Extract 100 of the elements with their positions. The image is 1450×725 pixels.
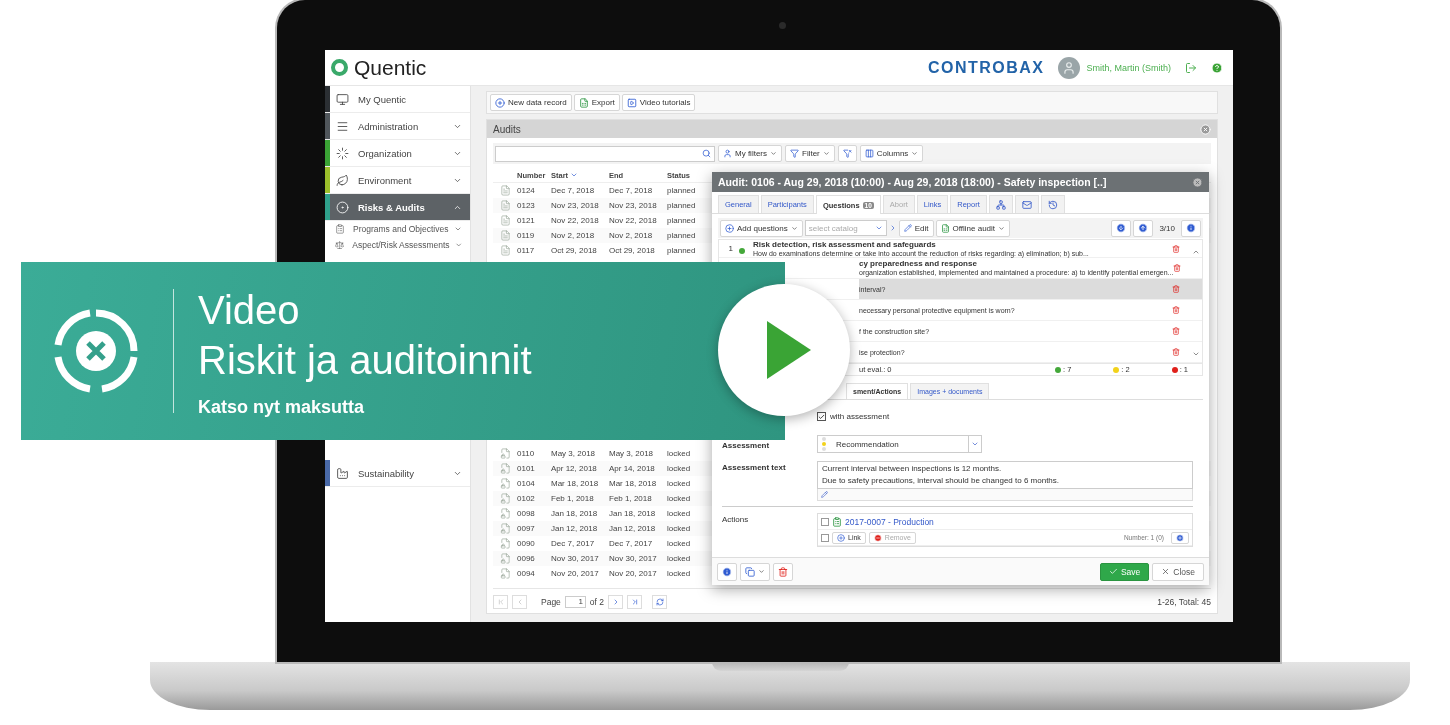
table-cell-text: May 3, 2018 bbox=[551, 449, 597, 458]
mail-tab[interactable] bbox=[1014, 195, 1039, 213]
sidebar-item[interactable]: Organization bbox=[325, 140, 470, 167]
clear-filter-button[interactable] bbox=[837, 145, 857, 162]
sidebar-item[interactable]: Risks & Audits bbox=[325, 194, 470, 221]
toolbar-icon bbox=[626, 97, 637, 108]
question-title: Risk detection, risk assessment and safeguards bbox=[753, 239, 937, 249]
table-cell-text: Oct 29, 2018 bbox=[609, 246, 656, 255]
help-icon[interactable] bbox=[1211, 61, 1223, 74]
caret-icon bbox=[971, 440, 979, 448]
scroll-down-icon bbox=[1192, 350, 1200, 358]
traffic-light-icon bbox=[822, 437, 826, 451]
table-cell-text: planned bbox=[667, 231, 697, 240]
copy-icon bbox=[745, 566, 755, 577]
table-cell-text: Feb 1, 2018 bbox=[551, 494, 595, 503]
info-button[interactable] bbox=[1181, 219, 1201, 237]
page-field[interactable]: 1 bbox=[564, 596, 586, 608]
toolbar-icon bbox=[495, 97, 505, 108]
search-icon bbox=[702, 149, 711, 158]
last-icon bbox=[630, 598, 639, 606]
delete-icon[interactable] bbox=[1172, 244, 1180, 253]
field-label: Assessment bbox=[722, 441, 771, 450]
table-cell-text: Mar 18, 2018 bbox=[551, 479, 600, 488]
close-icon bbox=[1161, 567, 1171, 576]
table-cell-text: Dec 7, 2017 bbox=[609, 539, 654, 548]
move-up-button[interactable] bbox=[1133, 219, 1154, 237]
copy-button[interactable] bbox=[740, 562, 770, 581]
check-icon bbox=[1108, 567, 1118, 576]
sidebar-subitem[interactable]: Programs and Objectives bbox=[325, 221, 470, 237]
toolbar-button[interactable]: New data record bbox=[490, 94, 572, 111]
module-icon bbox=[336, 173, 349, 187]
plus-icon bbox=[1176, 533, 1184, 542]
assessment-text-field[interactable]: Current interval between inspections is 12 months. Due to safety precautions, interval should be changed to 6 months. bbox=[817, 461, 1193, 489]
scrollbar[interactable] bbox=[1192, 248, 1200, 358]
banner-subtitle: Katso nyt maksutta bbox=[198, 396, 366, 418]
record-range: 1-26, Total: 45 bbox=[1157, 597, 1211, 607]
table-cell-text: 0121 bbox=[517, 216, 536, 225]
filter-button[interactable]: My filters bbox=[718, 145, 782, 162]
search-field[interactable] bbox=[495, 145, 715, 162]
sidebar-item[interactable]: My Quentic bbox=[325, 86, 470, 113]
field-label: Assessment text bbox=[722, 463, 787, 472]
table-cell-text: Nov 2, 2018 bbox=[609, 231, 654, 240]
refresh-button[interactable] bbox=[652, 595, 668, 609]
toolbar-button[interactable]: Export bbox=[573, 94, 620, 111]
info-button[interactable] bbox=[717, 562, 737, 581]
offline-audit-button[interactable]: Offline audit bbox=[935, 219, 1011, 237]
delete-icon[interactable] bbox=[1172, 348, 1180, 356]
logout-icon[interactable] bbox=[1185, 61, 1197, 74]
history-tab[interactable] bbox=[1040, 195, 1065, 213]
delete-icon[interactable] bbox=[1172, 285, 1180, 293]
table-cell-text: Nov 20, 2017 bbox=[551, 569, 600, 578]
history-icon bbox=[1047, 199, 1058, 210]
sidebar-item[interactable]: Environment bbox=[325, 167, 470, 194]
hierarchy-icon bbox=[995, 199, 1006, 210]
action-link[interactable]: 2017-0007 - Production bbox=[845, 516, 934, 527]
move-down-button[interactable] bbox=[1111, 219, 1132, 237]
caret-icon bbox=[998, 224, 1006, 232]
close-icon[interactable] bbox=[1192, 176, 1203, 188]
toolbar-button[interactable]: Video tutorials bbox=[621, 94, 696, 111]
filter-button[interactable]: Filter bbox=[785, 145, 835, 162]
table-cell-text: planned bbox=[667, 216, 697, 225]
checkbox[interactable] bbox=[817, 412, 826, 421]
assessment-select[interactable]: Recommendation bbox=[817, 435, 982, 453]
sidebar-item[interactable]: Administration bbox=[325, 113, 470, 140]
add-button[interactable] bbox=[1171, 531, 1189, 544]
subitem-icon bbox=[335, 240, 345, 250]
table-cell-text: locked bbox=[667, 449, 692, 458]
table-cell-text: Jan 12, 2018 bbox=[609, 524, 657, 533]
add-questions-button[interactable]: Add questions bbox=[720, 219, 803, 237]
table-cell-text: planned bbox=[667, 201, 697, 210]
caret-icon bbox=[822, 150, 830, 157]
banner-title: Video bbox=[198, 286, 301, 334]
table-cell-text: Apr 12, 2018 bbox=[551, 464, 598, 473]
last-page-button[interactable] bbox=[627, 595, 643, 609]
filter-button[interactable]: Columns bbox=[859, 145, 924, 162]
edit-button[interactable]: Edit bbox=[898, 219, 934, 237]
delete-icon[interactable] bbox=[1172, 306, 1180, 314]
table-cell-text: Nov 23, 2018 bbox=[609, 201, 658, 210]
close-button[interactable]: Close bbox=[1152, 562, 1204, 581]
info-icon bbox=[1186, 223, 1196, 233]
delete-icon[interactable] bbox=[1173, 264, 1182, 272]
sidebar-item[interactable]: Sustainability bbox=[325, 460, 470, 487]
table-cell-text: 0124 bbox=[517, 186, 536, 195]
pencil-icon bbox=[821, 491, 828, 498]
caret-icon bbox=[911, 150, 919, 157]
table-cell-text: 0096 bbox=[517, 554, 536, 563]
table-cell-text: locked bbox=[667, 464, 692, 473]
table-cell-text: Jan 18, 2018 bbox=[609, 509, 657, 518]
table-cell-text: 0094 bbox=[517, 569, 536, 578]
structure-tab[interactable] bbox=[988, 195, 1013, 213]
delete-icon[interactable] bbox=[1172, 327, 1180, 335]
sidebar-subitem[interactable]: Aspect/Risk Assessments bbox=[325, 237, 470, 253]
table-cell-text: Feb 1, 2018 bbox=[609, 494, 653, 503]
play-icon bbox=[767, 321, 811, 379]
checkbox[interactable] bbox=[821, 533, 829, 542]
envelope-icon bbox=[1021, 199, 1032, 210]
minus-icon bbox=[873, 533, 882, 542]
delete-button[interactable] bbox=[773, 562, 793, 581]
table-cell-text: Dec 7, 2018 bbox=[551, 186, 596, 195]
checkbox[interactable] bbox=[821, 517, 829, 526]
